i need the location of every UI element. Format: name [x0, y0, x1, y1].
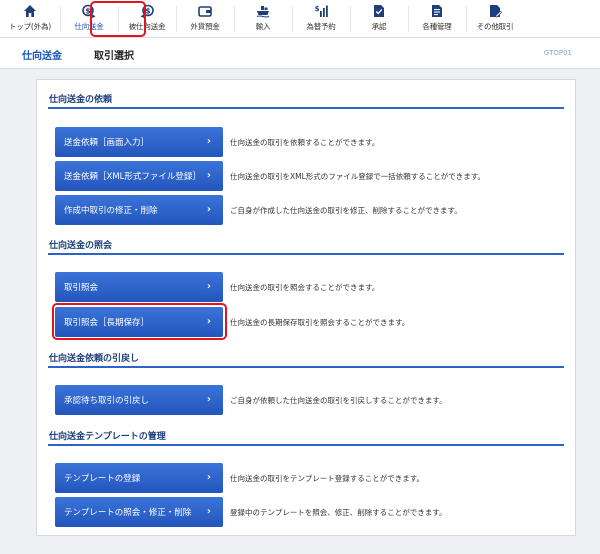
- section-heading-inquiry: 仕向送金の照会: [49, 241, 113, 251]
- nav-item-incoming-remittance[interactable]: $ 被仕向送金: [118, 0, 176, 38]
- nav-label: 仕向送金: [74, 22, 104, 31]
- section-divider: [48, 253, 564, 255]
- top-nav: トップ(外為) $ 仕向送金 $ 被仕向送金 外貨預金 輸入 $ 為替予約 承認…: [0, 0, 600, 38]
- chevron-right-icon: ›: [206, 204, 211, 215]
- nav-label: 被仕向送金: [128, 22, 166, 31]
- approval-icon: [374, 5, 384, 17]
- svg-text:$: $: [315, 5, 320, 13]
- svg-text:$: $: [85, 6, 90, 15]
- button-label: テンプレートの照会・修正・削除: [64, 508, 192, 518]
- chevron-right-icon: ›: [206, 394, 211, 405]
- screen-id: GTOP01: [543, 49, 572, 57]
- chevron-right-icon: ›: [206, 316, 211, 327]
- chevron-right-icon: ›: [206, 506, 211, 517]
- button-label: 取引照会: [64, 283, 99, 293]
- nav-label: 外貨預金: [190, 22, 220, 31]
- remittance-icon: $: [82, 4, 96, 18]
- page-title: 取引選択: [94, 51, 134, 62]
- section-heading-withdrawal: 仕向送金依頼の引戻し: [49, 354, 140, 364]
- document-icon: [490, 5, 502, 18]
- nav-label: その他取引: [476, 22, 514, 31]
- nav-label: トップ(外為): [9, 22, 51, 31]
- button-label: 承認待ち取引の引戻し: [64, 396, 150, 406]
- chart-icon: $: [315, 5, 328, 17]
- button-description: 仕向送金の取引をXML形式のファイル登録で一括依頼することができます。: [230, 172, 486, 181]
- title-bar: 仕向送金 取引選択 GTOP01: [0, 38, 600, 69]
- nav-item-remittance[interactable]: $ 仕向送金: [60, 0, 118, 38]
- nav-label: 為替予約: [306, 22, 336, 31]
- button-description: 仕向送金の取引を照会することができます。: [230, 283, 380, 292]
- button-label: テンプレートの登録: [64, 474, 141, 484]
- button-description: 登録中のテンプレートを照会、修正、削除することができます。: [230, 508, 447, 517]
- ship-icon: [256, 6, 270, 18]
- edit-delete-draft-button[interactable]: 作成中取引の修正・削除 ›: [55, 195, 223, 225]
- section-heading-request: 仕向送金の依頼: [49, 95, 113, 105]
- transaction-inquiry-button[interactable]: 取引照会 ›: [55, 272, 223, 302]
- nav-item-top[interactable]: トップ(外為): [0, 0, 60, 38]
- svg-text:$: $: [145, 6, 150, 15]
- nav-label: 承認: [371, 22, 387, 31]
- button-label: 送金依頼［画面入力］: [64, 138, 150, 148]
- transaction-inquiry-longterm-button[interactable]: 取引照会［長期保存］ ›: [55, 307, 223, 337]
- section-divider: [48, 107, 564, 109]
- section-heading-template: 仕向送金テンプレートの管理: [49, 432, 166, 442]
- remittance-request-screen-button[interactable]: 送金依頼［画面入力］ ›: [55, 127, 223, 157]
- nav-label: 各種管理: [422, 22, 452, 31]
- chevron-right-icon: ›: [206, 472, 211, 483]
- template-manage-button[interactable]: テンプレートの照会・修正・削除 ›: [55, 497, 223, 527]
- button-label: 送金依頼［XML形式ファイル登録］: [64, 172, 201, 182]
- nav-item-fx-contract[interactable]: $ 為替予約: [292, 0, 350, 38]
- section-divider: [48, 366, 564, 368]
- button-description: 仕向送金の取引を依頼することができます。: [230, 138, 380, 147]
- button-description: 仕向送金の長期保存取引を照会することができます。: [230, 318, 410, 327]
- button-label: 取引照会［長期保存］: [64, 318, 150, 328]
- main-panel: 仕向送金の依頼 送金依頼［画面入力］ › 仕向送金の取引を依頼することができます…: [36, 79, 576, 536]
- button-description: ご自身が作成した仕向送金の取引を修正、削除することができます。: [230, 206, 462, 215]
- wallet-icon: [198, 6, 212, 17]
- button-description: ご自身が依頼した仕向送金の取引を引戻しすることができます。: [230, 396, 447, 405]
- section-divider: [48, 444, 564, 446]
- template-register-button[interactable]: テンプレートの登録 ›: [55, 463, 223, 493]
- nav-label: 輸入: [255, 22, 271, 31]
- incoming-remittance-icon: $: [140, 4, 154, 18]
- home-icon: [24, 5, 36, 17]
- chevron-right-icon: ›: [206, 170, 211, 181]
- button-label: 作成中取引の修正・削除: [64, 206, 158, 216]
- chevron-right-icon: ›: [206, 136, 211, 147]
- chevron-right-icon: ›: [206, 281, 211, 292]
- nav-item-import[interactable]: 輸入: [234, 0, 292, 38]
- nav-item-management[interactable]: 各種管理: [408, 0, 466, 38]
- page-category: 仕向送金: [22, 51, 62, 62]
- remittance-request-xml-button[interactable]: 送金依頼［XML形式ファイル登録］ ›: [55, 161, 223, 191]
- withdraw-pending-button[interactable]: 承認待ち取引の引戻し ›: [55, 385, 223, 415]
- nav-item-other[interactable]: その他取引: [466, 0, 524, 38]
- nav-item-approval[interactable]: 承認: [350, 0, 408, 38]
- nav-item-fx-deposit[interactable]: 外貨預金: [176, 0, 234, 38]
- button-description: 仕向送金の取引をテンプレート登録することができます。: [230, 474, 425, 483]
- management-icon: [432, 5, 442, 17]
